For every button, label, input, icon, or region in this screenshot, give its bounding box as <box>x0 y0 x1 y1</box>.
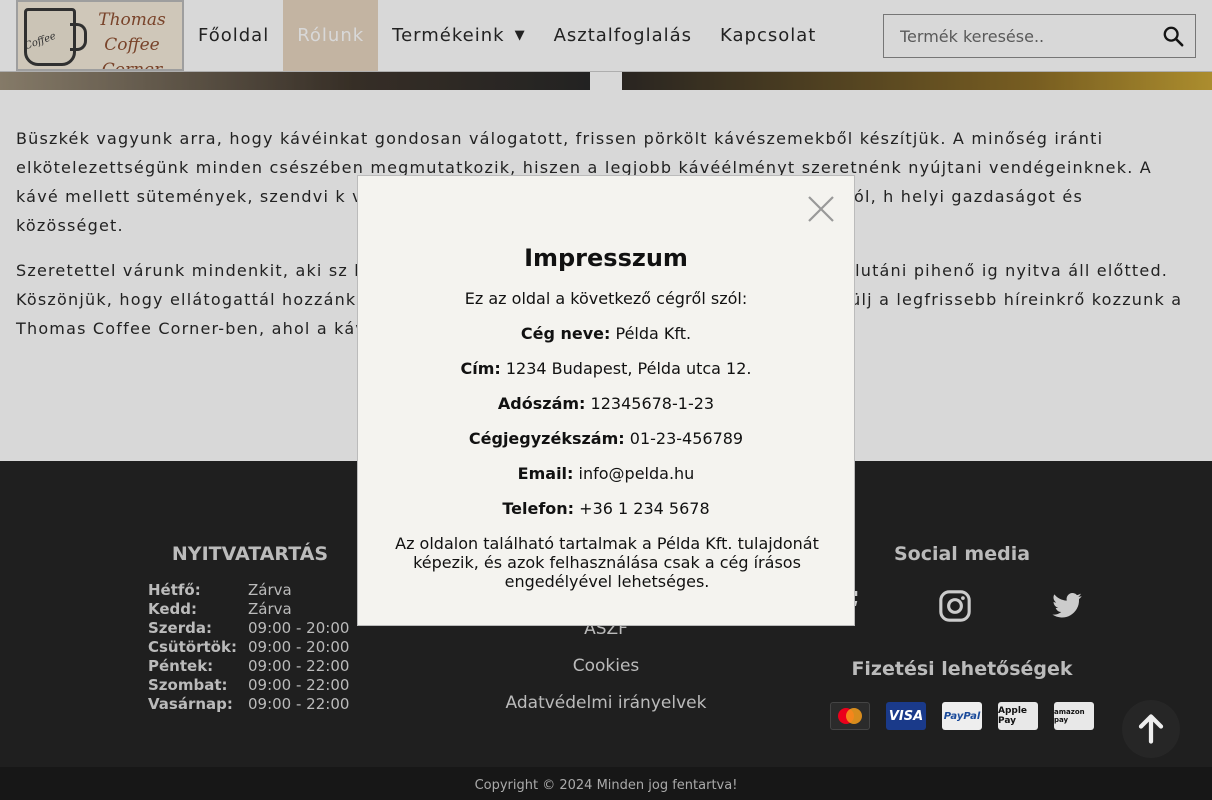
twitter-icon <box>1052 593 1082 618</box>
email-link[interactable]: info@pelda.hu <box>579 464 695 483</box>
paypal-icon: PayPal <box>942 702 982 730</box>
hours-row: Vasárnap: 09:00 - 22:00 <box>148 695 350 713</box>
scroll-to-top-button[interactable] <box>1122 700 1180 758</box>
payment-title: Fizetési lehetőségek <box>851 658 1073 680</box>
address-line: Cím: 1234 Budapest, Példa utca 12. <box>460 359 752 378</box>
modal-intro: Ez az oldal a következő cégről szól: <box>464 289 748 308</box>
close-button[interactable] <box>806 194 836 224</box>
hours-row: Hétfő: Zárva <box>148 581 292 599</box>
company-registration-line: Cégjegyzékszám: 01-23-456789 <box>468 429 744 448</box>
instagram-icon <box>939 590 971 622</box>
copyright: Copyright © 2024 Minden jog fentartva! <box>0 767 1212 800</box>
modal-title: Impresszum <box>524 244 688 272</box>
visa-icon: VISA <box>886 702 926 730</box>
close-icon <box>808 196 834 222</box>
tax-number-line: Adószám: 12345678-1-23 <box>497 394 715 413</box>
arrow-up-icon <box>1138 714 1164 744</box>
mastercard-icon <box>830 702 870 730</box>
hours-row: Szerda: 09:00 - 20:00 <box>148 619 350 637</box>
email-line: Email: info@pelda.hu <box>517 464 695 483</box>
company-name-line: Cég neve: Példa Kft. <box>520 324 692 343</box>
hours-title: NYITVATARTÁS <box>171 543 329 565</box>
opening-hours: Hétfő: Zárva Kedd: Zárva Szerda: 09:00 - 20… <box>148 581 349 714</box>
impressum-modal: Impresszum Ez az oldal a következő cégrő… <box>357 175 855 626</box>
apple-pay-icon: Apple Pay <box>998 702 1038 730</box>
hours-row: Szombat: 09:00 - 22:00 <box>148 676 350 694</box>
instagram-link[interactable] <box>930 581 980 631</box>
footer-link-cookies[interactable]: Cookies <box>406 656 806 676</box>
amazon-pay-icon: amazon pay <box>1054 702 1094 730</box>
social-title: Social media <box>893 543 1031 565</box>
phone-line: Telefon: +36 1 234 5678 <box>502 499 710 518</box>
footer-link-privacy[interactable]: Adatvédelmi irányelvek <box>406 693 806 713</box>
twitter-link[interactable] <box>1042 581 1092 631</box>
modal-note: Az oldalon található tartalmak a Példa K… <box>395 534 819 591</box>
hours-row: Péntek: 09:00 - 22:00 <box>148 657 350 675</box>
hours-row: Csütörtök: 09:00 - 20:00 <box>148 638 350 656</box>
hours-row: Kedd: Zárva <box>148 600 292 618</box>
